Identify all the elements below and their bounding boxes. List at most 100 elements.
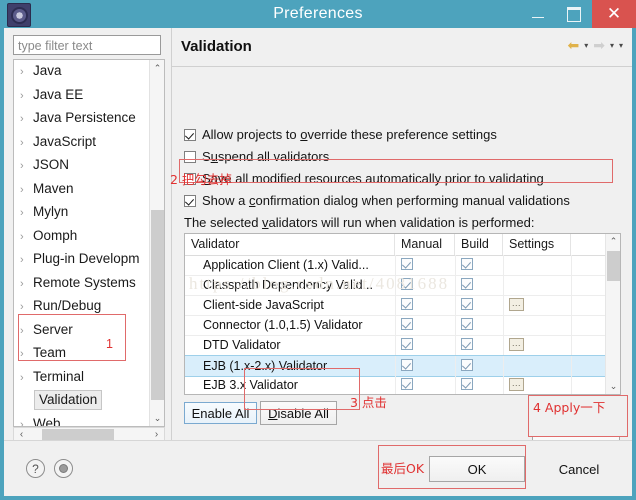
tree-item-oomph[interactable]: › Oomph <box>14 224 150 248</box>
enable-all-button[interactable]: Enable All <box>184 402 257 424</box>
scroll-up-icon[interactable]: ⌃ <box>150 60 164 76</box>
build-checkbox[interactable] <box>461 338 473 350</box>
filter-input[interactable]: type filter text <box>13 35 161 55</box>
back-arrow-icon[interactable]: ⬅ <box>567 38 579 52</box>
column-header-validator[interactable]: Validator <box>185 234 395 255</box>
settings-button[interactable]: ... <box>509 378 524 391</box>
checkbox-allow-override[interactable]: Allow projects to override these prefere… <box>184 126 497 144</box>
expand-arrow-icon[interactable]: › <box>20 108 33 132</box>
checkbox-suspend-all[interactable]: Suspend all validators <box>184 148 329 166</box>
table-scroll-thumb[interactable] <box>607 251 620 281</box>
build-checkbox[interactable] <box>461 318 473 330</box>
manual-checkbox[interactable] <box>401 338 413 350</box>
tree-item-web[interactable]: › Web <box>14 412 150 427</box>
expand-arrow-icon[interactable]: › <box>20 414 33 427</box>
checkbox-save-modified-box[interactable] <box>184 173 196 185</box>
expand-arrow-icon[interactable]: › <box>20 179 33 203</box>
checkbox-show-confirmation-box[interactable] <box>184 195 196 207</box>
tree-item-remote-systems[interactable]: › Remote Systems <box>14 271 150 295</box>
tree-item-java-persistence[interactable]: › Java Persistence <box>14 106 150 130</box>
scroll-down-icon[interactable]: ⌄ <box>150 410 164 426</box>
expand-arrow-icon[interactable]: › <box>20 343 33 367</box>
build-checkbox[interactable] <box>461 378 473 390</box>
expand-arrow-icon[interactable]: › <box>20 132 33 156</box>
table-row[interactable]: EJB (1.x-2.x) Validator <box>185 355 620 377</box>
column-header-settings[interactable]: Settings <box>503 234 571 255</box>
tree-item-plug-in-developm[interactable]: › Plug-in Developm <box>14 247 150 271</box>
checkbox-show-confirmation[interactable]: Show a confirmation dialog when performi… <box>184 192 570 210</box>
table-scroll-down-icon[interactable]: ⌄ <box>606 379 620 394</box>
tree-item-java-ee[interactable]: › Java EE <box>14 83 150 107</box>
disable-all-button[interactable]: Disable All <box>260 401 337 425</box>
expand-arrow-icon[interactable]: › <box>20 85 33 109</box>
maximize-button[interactable] <box>556 0 592 28</box>
expand-arrow-icon[interactable]: › <box>20 226 33 250</box>
checkbox-allow-override-box[interactable] <box>184 129 196 141</box>
table-vertical-scrollbar[interactable]: ⌃ ⌄ <box>605 234 620 394</box>
expand-arrow-icon[interactable]: › <box>20 155 33 179</box>
forward-dropdown-icon[interactable]: ▾ <box>610 41 614 50</box>
settings-button[interactable]: ... <box>509 338 524 351</box>
back-dropdown-icon[interactable]: ▾ <box>584 41 588 50</box>
expand-arrow-icon[interactable]: › <box>20 320 33 344</box>
tree-item-mylyn[interactable]: › Mylyn <box>14 200 150 224</box>
checkbox-save-modified[interactable]: Save all modified resources automaticall… <box>184 170 544 188</box>
table-row[interactable]: EJB 3.x Validator... <box>185 375 620 394</box>
column-separator <box>503 335 504 355</box>
tree-item-server[interactable]: › Server <box>14 318 150 342</box>
validator-name: Application Client (1.x) Valid... <box>203 258 369 272</box>
close-button[interactable]: ✕ <box>592 0 636 28</box>
manual-checkbox[interactable] <box>401 258 413 270</box>
table-row[interactable]: Application Client (1.x) Valid... <box>185 255 620 276</box>
shell-status-icon[interactable] <box>54 459 73 478</box>
manual-checkbox[interactable] <box>401 359 413 371</box>
validators-table[interactable]: Validator Manual Build Settings Applicat… <box>184 233 621 395</box>
build-checkbox[interactable] <box>461 258 473 270</box>
tree-item-validation[interactable]: ›Validation <box>14 388 150 412</box>
manual-checkbox[interactable] <box>401 298 413 310</box>
tree-item-javascript[interactable]: › JavaScript <box>14 130 150 154</box>
tree-item-run-debug[interactable]: › Run/Debug <box>14 294 150 318</box>
tree-item-terminal[interactable]: › Terminal <box>14 365 150 389</box>
expand-arrow-icon[interactable]: › <box>20 296 33 320</box>
column-separator <box>571 255 572 275</box>
tree-item-java[interactable]: › Java <box>14 60 150 85</box>
table-row[interactable]: Classpath Dependency Valid... <box>185 275 620 296</box>
forward-arrow-icon[interactable]: ➡ <box>593 38 605 52</box>
build-checkbox[interactable] <box>461 278 473 290</box>
tree-scroll-thumb[interactable] <box>151 210 164 400</box>
checkbox-suspend-all-box[interactable] <box>184 151 196 163</box>
help-icon[interactable]: ? <box>26 459 45 478</box>
column-header-build[interactable]: Build <box>455 234 503 255</box>
view-menu-icon[interactable]: ▾ <box>619 41 623 50</box>
table-row[interactable]: Connector (1.0,1.5) Validator <box>185 315 620 336</box>
settings-button[interactable]: ... <box>509 298 524 311</box>
table-row[interactable]: DTD Validator... <box>185 335 620 356</box>
expand-arrow-icon[interactable]: › <box>20 61 33 85</box>
column-header-manual[interactable]: Manual <box>395 234 455 255</box>
expand-arrow-icon[interactable]: › <box>20 249 33 273</box>
expand-arrow-icon[interactable]: › <box>20 367 33 391</box>
preferences-tree[interactable]: › Java › Java EE › Java Persistence › JavaScrip… <box>13 59 165 427</box>
column-separator <box>455 255 456 275</box>
manual-checkbox[interactable] <box>401 378 413 390</box>
build-checkbox[interactable] <box>461 298 473 310</box>
table-row[interactable]: Client-side JavaScript... <box>185 295 620 316</box>
checkbox-show-confirmation-label: Show a confirmation dialog when performi… <box>202 193 570 208</box>
manual-checkbox[interactable] <box>401 278 413 290</box>
table-scroll-up-icon[interactable]: ⌃ <box>606 234 620 249</box>
dialog-client-area: type filter text › Java › Java EE › Java Pers… <box>4 28 632 496</box>
minimize-button[interactable] <box>520 0 556 28</box>
tree-item-maven[interactable]: › Maven <box>14 177 150 201</box>
build-checkbox[interactable] <box>461 359 473 371</box>
tree-vertical-scrollbar[interactable]: ⌃ ⌄ <box>149 60 164 426</box>
expand-arrow-icon[interactable]: › <box>20 273 33 297</box>
tree-item-json[interactable]: › JSON <box>14 153 150 177</box>
ok-button[interactable]: OK <box>429 456 525 482</box>
manual-checkbox[interactable] <box>401 318 413 330</box>
checkbox-suspend-all-label: Suspend all validators <box>202 149 330 164</box>
cancel-button[interactable]: Cancel <box>535 456 623 482</box>
column-separator <box>395 315 396 335</box>
expand-arrow-icon[interactable]: › <box>20 202 33 226</box>
tree-item-team[interactable]: › Team <box>14 341 150 365</box>
